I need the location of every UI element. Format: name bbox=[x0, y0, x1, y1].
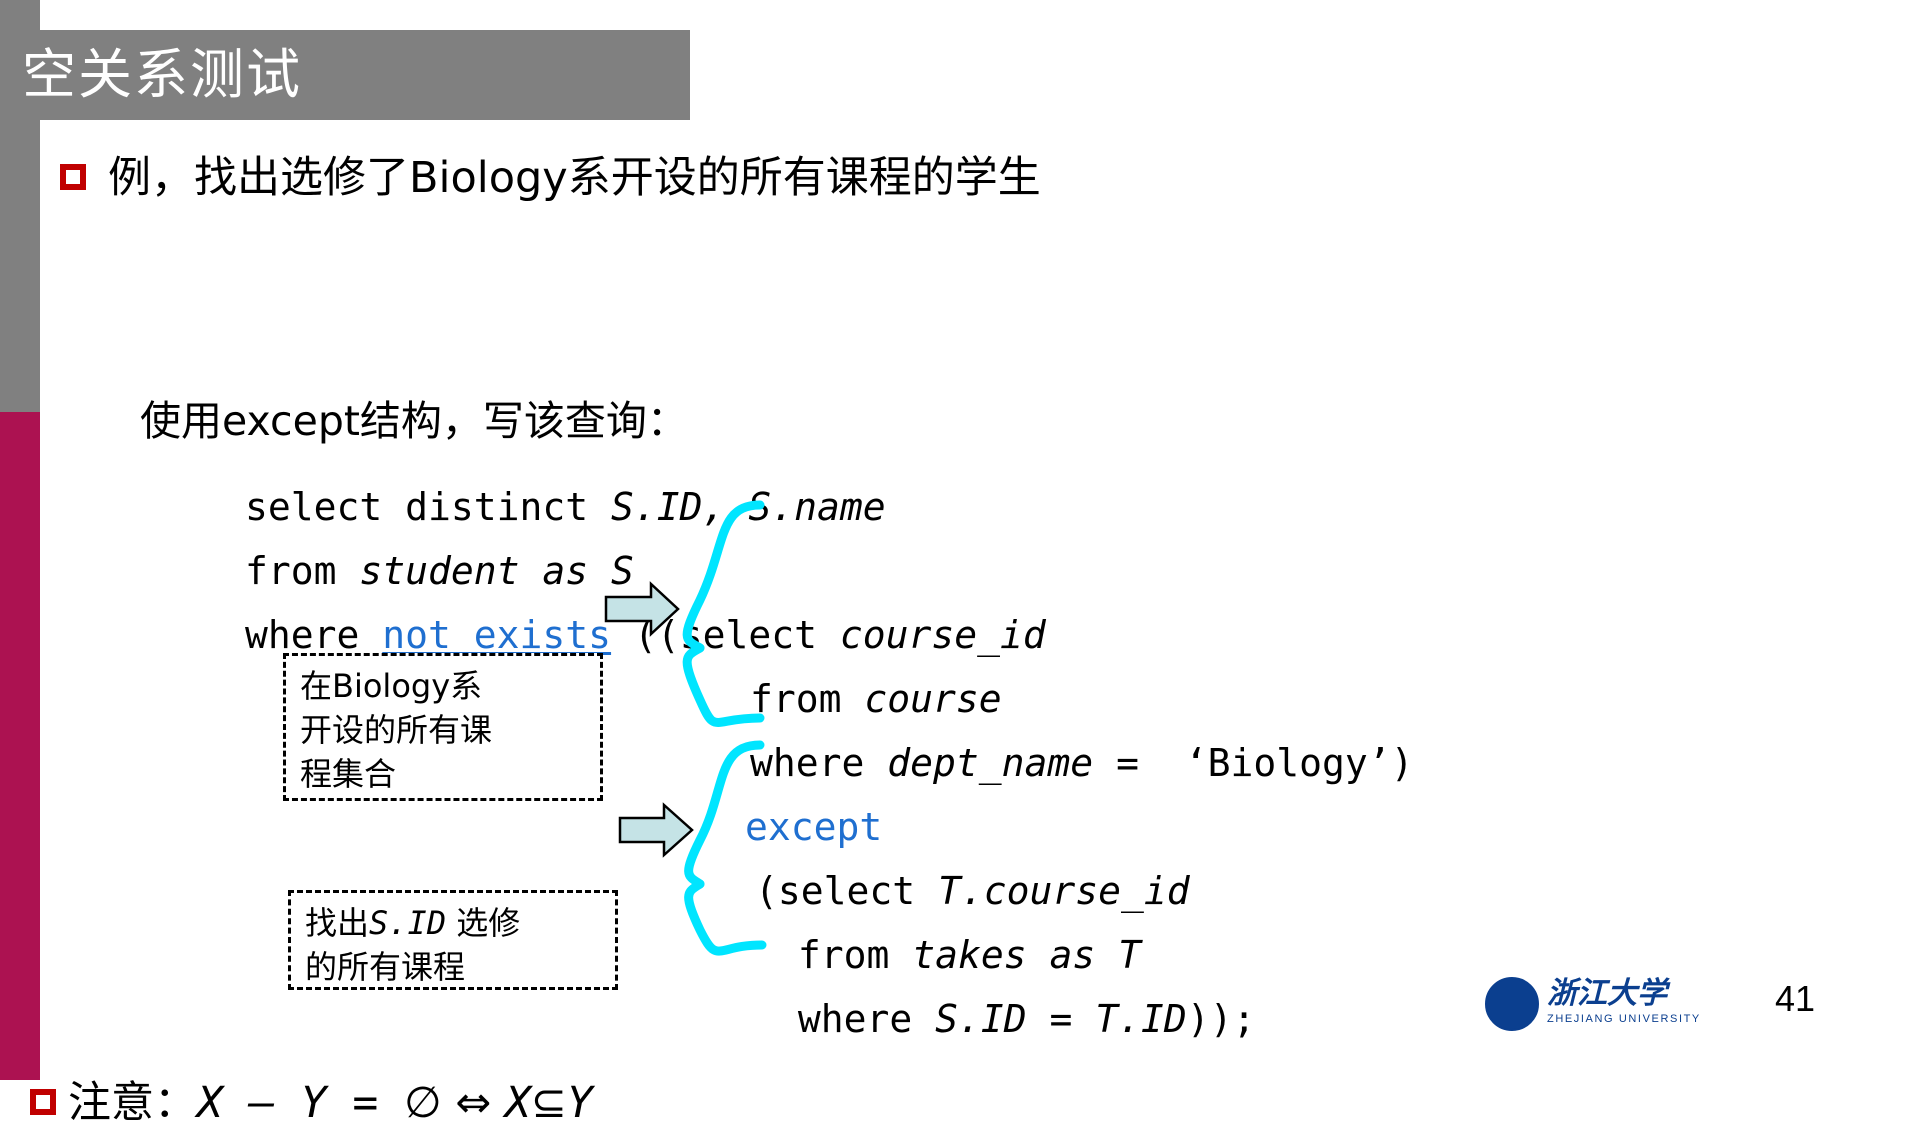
note-expr-x: X bbox=[197, 1078, 223, 1128]
code-keyword-except: except bbox=[745, 805, 883, 849]
annotation-line: 程集合 bbox=[300, 755, 397, 793]
code-line-select: select distinct S.ID, S.name bbox=[245, 475, 886, 539]
square-bullet-icon bbox=[30, 1089, 56, 1115]
bullet-item-note: 注意：X – Y = ∅ ⇔ X⊆Y bbox=[30, 1075, 593, 1131]
code-keyword: from bbox=[750, 677, 865, 721]
code-keyword: from bbox=[775, 933, 913, 977]
note-expr-y: Y bbox=[300, 1078, 327, 1128]
annotation-box-biology-courses: 在Biology系 开设的所有课 程集合 bbox=[283, 653, 603, 801]
note-expr-iff: ⇔ bbox=[441, 1078, 505, 1128]
page-number: 41 bbox=[1775, 978, 1816, 1019]
note-expr-y2: Y bbox=[566, 1078, 593, 1128]
note-expr-eq: = bbox=[326, 1078, 405, 1128]
annotation-text-pre: 找出 bbox=[305, 904, 370, 942]
annotation-line: 在Biology系 bbox=[300, 667, 483, 705]
code-identifier: S.ID, S.name bbox=[611, 485, 886, 529]
note-expr-x2: X bbox=[504, 1078, 531, 1128]
logo-name-cn: 浙江大学 bbox=[1547, 976, 1667, 1011]
note-expr-empty: ∅ bbox=[404, 1078, 442, 1128]
code-keyword: select distinct bbox=[245, 485, 612, 529]
note-label: 注意：X – Y = ∅ ⇔ X⊆Y bbox=[68, 1075, 593, 1131]
code-literal: = ‘Biology’) bbox=[1093, 741, 1414, 785]
annotation-box-student-courses: 找出S.ID 选修 的所有课程 bbox=[288, 890, 618, 990]
note-expr-minus: – bbox=[222, 1078, 301, 1128]
code-keyword: where bbox=[775, 997, 936, 1041]
code-identifier: course_id bbox=[839, 613, 1046, 657]
code-identifier: T.course_id bbox=[938, 869, 1190, 913]
code-identifier: S.ID = T.ID bbox=[935, 997, 1187, 1041]
logo-name-en: ZHEJIANG UNIVERSITY bbox=[1547, 1013, 1701, 1025]
slide-body: 例，找出选修了Biology系开设的所有课程的学生 使用except结构，写该查… bbox=[0, 120, 1920, 1128]
code-line-select-t-course-id: (select T.course_id bbox=[755, 859, 1190, 923]
code-identifier: dept_name bbox=[887, 741, 1094, 785]
note-prefix: 注意： bbox=[68, 1078, 197, 1128]
code-keyword: (select bbox=[755, 869, 939, 913]
code-keyword: where bbox=[245, 613, 383, 657]
code-line-from-takes: from takes as T bbox=[775, 923, 1141, 987]
code-line-where-s-id: where S.ID = T.ID)); bbox=[775, 987, 1256, 1051]
code-line-from-course: from course bbox=[750, 667, 1002, 731]
annotation-line: 开设的所有课 bbox=[300, 711, 493, 749]
sub-line-except-intro: 使用except结构，写该查询： bbox=[140, 397, 688, 445]
code-identifier: takes as T bbox=[912, 933, 1142, 977]
code-line-where-dept-name: where dept_name = ‘Biology’) bbox=[750, 731, 1413, 795]
annotation-line: 找出S.ID 选修 bbox=[305, 901, 603, 945]
page-title: 空关系测试 bbox=[22, 43, 302, 106]
square-bullet-icon bbox=[60, 164, 86, 190]
university-logo: 浙江大学 ZHEJIANG UNIVERSITY bbox=[1485, 975, 1715, 1031]
code-keyword-not-exists: not exists bbox=[382, 613, 612, 657]
code-keyword: where bbox=[750, 741, 888, 785]
code-identifier: course bbox=[864, 677, 1002, 721]
code-line-from-student: from student as S bbox=[245, 539, 634, 603]
annotation-text-post: 选修 bbox=[446, 904, 521, 942]
code-identifier: student as S bbox=[359, 549, 634, 593]
annotation-identifier: S.ID bbox=[369, 904, 447, 942]
code-keyword: from bbox=[245, 549, 360, 593]
bullet-item-example: 例，找出选修了Biology系开设的所有课程的学生 bbox=[60, 150, 1041, 206]
code-line-except: except bbox=[745, 795, 882, 859]
bullet-label-example: 例，找出选修了Biology系开设的所有课程的学生 bbox=[108, 153, 1041, 203]
slide-canvas: 空关系测试 例，找出选修了Biology系开设的所有课程的学生 使用except… bbox=[0, 0, 1920, 1128]
note-expr-subset: ⊆ bbox=[530, 1078, 567, 1128]
code-punctuation: ((select bbox=[611, 613, 840, 657]
logo-badge-icon bbox=[1485, 977, 1539, 1031]
code-punctuation: )); bbox=[1186, 997, 1256, 1041]
annotation-line: 的所有课程 bbox=[305, 948, 466, 986]
